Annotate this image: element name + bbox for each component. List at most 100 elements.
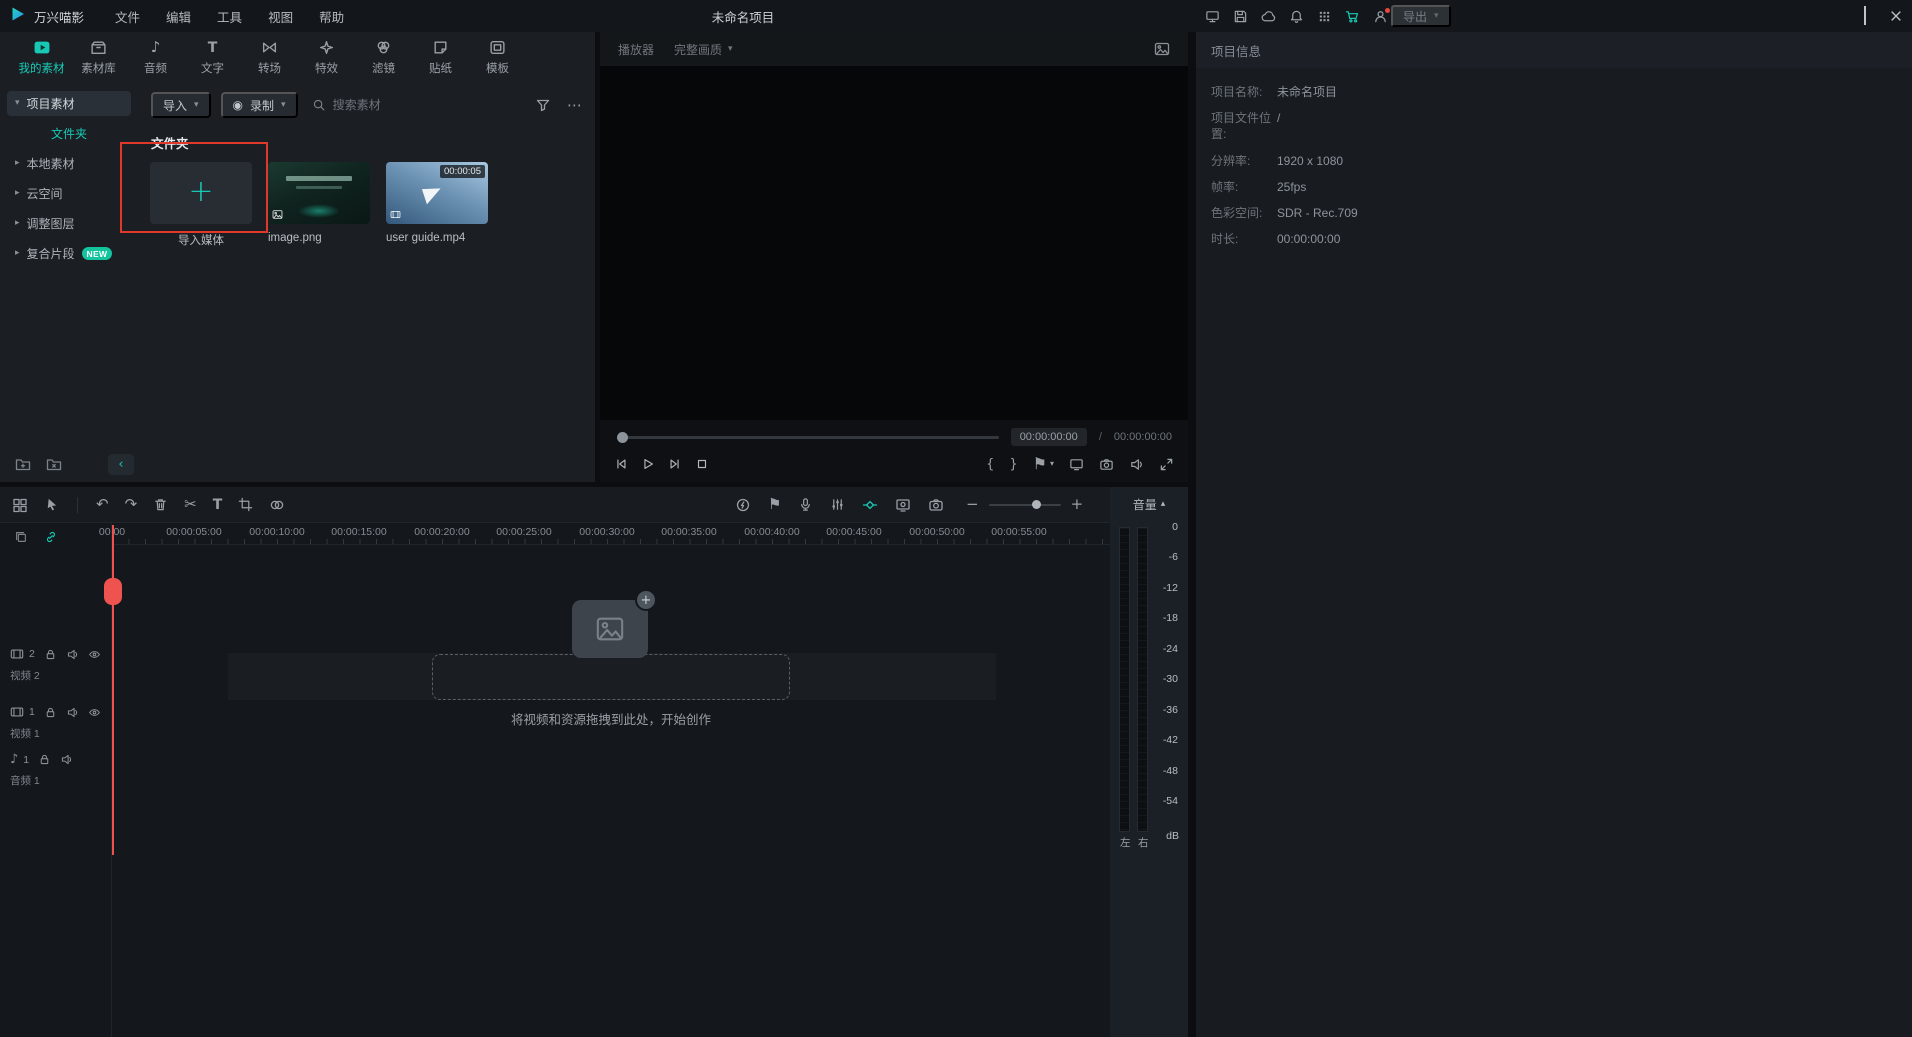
audio-mixer-icon[interactable] — [830, 497, 845, 512]
save-icon[interactable] — [1233, 9, 1248, 24]
mark-in-icon[interactable]: { — [986, 458, 994, 471]
lock-icon[interactable] — [44, 648, 57, 661]
import-button[interactable]: 导入 ▾ — [151, 92, 211, 118]
sidebar-item-project-media[interactable]: ▾ 项目素材 — [7, 91, 131, 116]
media-item-image[interactable]: image.png — [268, 162, 370, 248]
import-media-card[interactable]: + 导入媒体 — [150, 162, 252, 248]
timeline-ruler[interactable]: 00:00 00:00:05:00 00:00:10:00 00:00:15:0… — [112, 523, 1110, 545]
tab-transitions[interactable]: 转场 — [244, 38, 295, 76]
image-type-icon — [272, 209, 283, 220]
display-settings-icon[interactable] — [1205, 9, 1220, 24]
track-manager-icon[interactable] — [12, 497, 28, 513]
stop-button[interactable] — [695, 457, 709, 471]
visibility-icon[interactable] — [88, 648, 101, 661]
export-frame-icon[interactable] — [928, 497, 944, 513]
tab-audio[interactable]: ♪ 音频 — [130, 38, 181, 76]
transport-buttons — [614, 457, 709, 471]
record-button[interactable]: ◉ 录制 ▾ — [221, 92, 298, 118]
tab-my-media[interactable]: 我的素材 — [16, 38, 67, 76]
next-frame-button[interactable] — [668, 457, 682, 471]
delete-icon[interactable] — [153, 497, 168, 512]
more-icon[interactable]: ⋯ — [567, 98, 582, 113]
track-header-video-1[interactable]: 1 视频 1 — [10, 705, 108, 741]
track-number: 1 — [23, 754, 29, 766]
maximize-button[interactable] — [1864, 7, 1866, 25]
fullscreen-icon[interactable] — [1159, 457, 1174, 472]
menu-help[interactable]: 帮助 — [306, 7, 357, 26]
mark-out-icon[interactable]: } — [1009, 458, 1017, 471]
playhead-handle[interactable] — [104, 578, 122, 605]
tab-stickers[interactable]: 贴纸 — [415, 38, 466, 76]
zoom-slider[interactable] — [989, 504, 1061, 506]
zoom-out-icon[interactable]: − — [966, 497, 979, 512]
seek-bar[interactable] — [618, 436, 999, 439]
sidebar-item-local-media[interactable]: ▸ 本地素材 — [7, 151, 131, 176]
volume-meter-toggle[interactable]: 音量 ▴ — [1110, 487, 1188, 515]
tab-text[interactable]: T 文字 — [187, 38, 238, 76]
playhead-line[interactable] — [112, 525, 114, 855]
timeline-dropzone[interactable] — [432, 654, 790, 700]
volume-speaker-icon[interactable] — [1129, 457, 1144, 472]
marker-icon[interactable]: ⚑ — [768, 497, 781, 512]
notifications-icon[interactable] — [1289, 9, 1304, 24]
cloud-sync-icon[interactable] — [1261, 9, 1276, 24]
lock-icon[interactable] — [38, 753, 51, 766]
seek-knob[interactable] — [617, 432, 628, 443]
tab-stock-media[interactable]: 素材库 — [73, 38, 124, 76]
filter-icon[interactable] — [535, 97, 551, 113]
quality-dropdown[interactable]: 完整画质 ▾ — [674, 41, 733, 58]
delete-folder-icon[interactable] — [46, 456, 62, 472]
render-preview-icon[interactable] — [735, 497, 751, 513]
lock-icon[interactable] — [44, 706, 57, 719]
fit-display-icon[interactable] — [1069, 457, 1084, 472]
mute-icon[interactable] — [66, 706, 79, 719]
split-scissors-icon[interactable]: ✂ — [184, 497, 197, 512]
snapshot-camera-icon[interactable] — [1099, 457, 1114, 472]
export-button[interactable]: 导出 ▾ — [1391, 5, 1451, 27]
tab-filters[interactable]: 滤镜 — [358, 38, 409, 76]
sidebar-item-label: 项目素材 — [27, 95, 75, 112]
link-icon[interactable] — [44, 530, 58, 544]
zoom-in-icon[interactable]: + — [1071, 497, 1084, 512]
sidebar-item-folder[interactable]: 文件夹 — [7, 121, 131, 146]
menu-edit[interactable]: 编辑 — [153, 7, 204, 26]
menu-view[interactable]: 视图 — [255, 7, 306, 26]
account-icon[interactable] — [1373, 9, 1388, 24]
close-button[interactable] — [1890, 10, 1902, 22]
sidebar-item-compound-clip[interactable]: ▸ 复合片段 NEW — [7, 241, 131, 266]
copy-icon[interactable] — [14, 530, 28, 544]
store-cart-icon[interactable] — [1345, 9, 1360, 24]
new-folder-icon[interactable] — [15, 456, 31, 472]
preview-mode-icon[interactable] — [1154, 41, 1170, 57]
mute-icon[interactable] — [66, 648, 79, 661]
visibility-icon[interactable] — [88, 706, 101, 719]
menu-file[interactable]: 文件 — [102, 7, 153, 26]
color-match-icon[interactable] — [269, 497, 285, 513]
tab-templates[interactable]: 模板 — [472, 38, 523, 76]
keyframe-icon[interactable] — [862, 497, 878, 513]
playback-controls: { } ⚑ ▾ — [614, 450, 1174, 478]
search-input[interactable] — [333, 98, 483, 112]
sidebar-item-adjustment-layer[interactable]: ▸ 调整图层 — [7, 211, 131, 236]
track-header-video-2[interactable]: 2 视频 2 — [10, 647, 108, 683]
sidebar-item-cloud[interactable]: ▸ 云空间 — [7, 181, 131, 206]
collapse-sidebar-button[interactable]: ‹ — [108, 454, 134, 475]
mute-icon[interactable] — [60, 753, 73, 766]
undo-icon[interactable]: ↶ — [96, 497, 109, 512]
crop-icon[interactable] — [238, 497, 253, 512]
marker-dropdown[interactable]: ⚑ ▾ — [1033, 456, 1054, 472]
apps-grid-icon[interactable] — [1317, 9, 1332, 24]
track-header-audio-1[interactable]: ♪ 1 音频 1 — [10, 753, 108, 788]
zoom-knob[interactable] — [1032, 500, 1041, 509]
sidebar-item-label: 调整图层 — [27, 215, 75, 232]
previous-frame-button[interactable] — [614, 457, 628, 471]
tab-effects[interactable]: 特效 — [301, 38, 352, 76]
voiceover-mic-icon[interactable] — [798, 497, 813, 512]
screen-record-icon[interactable] — [895, 497, 911, 513]
play-button[interactable] — [641, 457, 655, 471]
add-text-icon[interactable]: T — [213, 498, 223, 512]
redo-icon[interactable]: ↷ — [125, 497, 138, 512]
menu-tools[interactable]: 工具 — [204, 7, 255, 26]
media-item-video[interactable]: 00:00:05 user guide.mp4 — [386, 162, 488, 248]
select-cursor-icon[interactable] — [44, 497, 59, 512]
